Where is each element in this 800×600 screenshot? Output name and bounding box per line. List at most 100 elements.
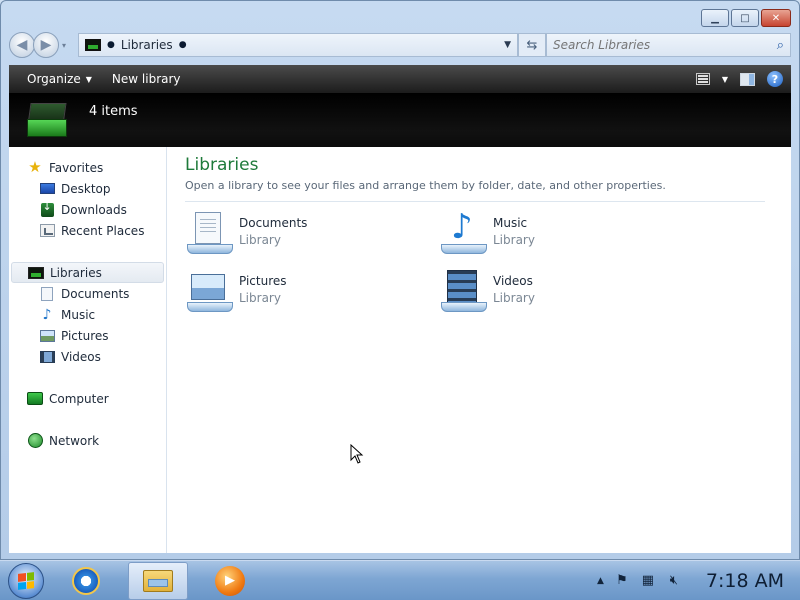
internet-explorer-icon <box>72 566 100 595</box>
taskbar-media-player[interactable]: ▶ <box>200 562 260 600</box>
nav-music-label: Music <box>61 307 96 322</box>
new-library-button[interactable]: New library <box>102 65 191 93</box>
star-icon: ★ <box>28 158 42 176</box>
help-icon[interactable]: ? <box>767 71 783 87</box>
view-options-dropdown-icon[interactable]: ▼ <box>722 75 728 84</box>
pictures-icon <box>39 329 55 342</box>
show-hidden-icons-icon[interactable]: ▲ <box>597 576 604 586</box>
nav-videos[interactable]: Videos <box>9 346 166 367</box>
change-view-icon[interactable] <box>695 73 710 85</box>
library-item-music[interactable]: ♪ Music Library <box>439 210 693 258</box>
nav-recent-places[interactable]: Recent Places <box>9 220 166 241</box>
windows-explorer-icon <box>143 569 173 592</box>
item-count: 4 items <box>89 104 138 119</box>
breadcrumb-libraries[interactable]: Libraries <box>121 38 173 52</box>
nav-downloads-label: Downloads <box>61 202 127 217</box>
minimize-icon: ▁ <box>711 12 719 24</box>
nav-desktop[interactable]: Desktop <box>9 178 166 199</box>
maximize-icon: □ <box>740 12 750 24</box>
media-player-icon: ▶ <box>215 565 245 596</box>
nav-computer-label: Computer <box>49 391 109 406</box>
recent-pages-dropdown[interactable]: ▾ <box>62 41 72 50</box>
divider <box>185 201 765 202</box>
windows-logo-icon <box>18 571 34 590</box>
forward-arrow-icon: ▶ <box>40 37 52 53</box>
address-bar[interactable]: ● Libraries ● ▼ <box>78 33 518 57</box>
pictures-library-icon <box>185 268 233 314</box>
libraries-large-icon <box>27 103 69 137</box>
libraries-icon <box>85 39 101 51</box>
nav-recent-places-label: Recent Places <box>61 223 145 238</box>
nav-libraries-label: Libraries <box>50 265 102 280</box>
caption-buttons: ▁ □ ✕ <box>701 9 791 27</box>
search-box[interactable]: ⌕ <box>546 33 791 57</box>
clock[interactable]: 7:18 AM <box>706 570 784 592</box>
close-button[interactable]: ✕ <box>761 9 791 27</box>
library-grid: Documents Library ♪ Music Library Pictur… <box>185 210 775 316</box>
organize-label: Organize <box>27 72 81 86</box>
library-name: Videos <box>493 274 533 288</box>
library-name: Documents <box>239 216 308 230</box>
libraries-icon <box>28 266 44 279</box>
nav-computer[interactable]: Computer <box>9 388 166 409</box>
nav-network[interactable]: Network <box>9 430 166 451</box>
nav-music[interactable]: ♪ Music <box>9 304 166 325</box>
close-icon: ✕ <box>771 12 781 24</box>
organize-button[interactable]: Organize ▼ <box>17 65 102 93</box>
library-name: Music <box>493 216 528 230</box>
maximize-button[interactable]: □ <box>731 9 759 27</box>
nav-pictures[interactable]: Pictures <box>9 325 166 346</box>
nav-videos-label: Videos <box>61 349 101 364</box>
library-item-videos[interactable]: Videos Library <box>439 268 693 316</box>
nav-documents-label: Documents <box>61 286 130 301</box>
command-bar-right: ▼ ? <box>695 71 783 87</box>
back-button[interactable]: ◀ <box>9 32 35 58</box>
network-icon <box>27 433 43 448</box>
downloads-icon <box>40 201 54 217</box>
new-library-label: New library <box>111 72 181 86</box>
command-bar: Organize ▼ New library ▼ ? <box>9 65 791 93</box>
refresh-icon: ⇆ <box>526 37 538 53</box>
page-title: Libraries <box>185 155 259 175</box>
search-icon[interactable]: ⌕ <box>777 38 784 53</box>
minimize-button[interactable]: ▁ <box>701 9 729 27</box>
taskbar-windows-explorer[interactable] <box>128 561 188 600</box>
back-arrow-icon: ◀ <box>16 37 28 53</box>
search-input[interactable] <box>553 38 777 52</box>
videos-library-icon <box>439 268 487 314</box>
explorer-window: ▁ □ ✕ ◀ ▶ ▾ ● Libraries ● ▼ ⇆ ⌕ Organize… <box>0 0 800 560</box>
nav-buttons: ◀ ▶ ▾ <box>9 32 72 58</box>
nav-desktop-label: Desktop <box>61 181 111 196</box>
nav-downloads[interactable]: Downloads <box>9 199 166 220</box>
taskbar-internet-explorer[interactable] <box>56 562 116 600</box>
nav-favorites-label: Favorites <box>49 160 104 175</box>
network-status-icon[interactable]: ▦ <box>640 573 656 588</box>
desktop-icon <box>39 183 55 194</box>
breadcrumb-separator-icon[interactable]: ● <box>179 40 187 50</box>
volume-muted-icon[interactable]: 🔇︎ <box>666 573 682 588</box>
documents-icon <box>41 286 53 301</box>
system-tray: ▲ ⚑ ▦ 🔇︎ 7:18 AM <box>597 570 784 592</box>
preview-pane-icon[interactable] <box>740 72 755 86</box>
address-dropdown-icon[interactable]: ▼ <box>504 40 511 50</box>
action-center-flag-icon[interactable]: ⚑ <box>614 573 630 588</box>
nav-network-label: Network <box>49 433 100 448</box>
library-item-documents[interactable]: Documents Library <box>185 210 439 258</box>
library-item-pictures[interactable]: Pictures Library <box>185 268 439 316</box>
library-name: Pictures <box>239 274 287 288</box>
library-type: Library <box>239 291 281 305</box>
videos-icon <box>39 350 55 363</box>
breadcrumb-separator-icon[interactable]: ● <box>107 40 115 50</box>
nav-favorites[interactable]: ★ Favorites <box>9 157 166 178</box>
start-button[interactable] <box>8 562 44 599</box>
nav-documents[interactable]: Documents <box>9 283 166 304</box>
nav-libraries[interactable]: Libraries <box>11 262 164 283</box>
documents-library-icon <box>185 210 233 256</box>
chevron-down-icon: ▼ <box>85 74 92 84</box>
address-row: ◀ ▶ ▾ ● Libraries ● ▼ ⇆ ⌕ <box>9 31 791 59</box>
music-icon: ♪ <box>42 306 52 323</box>
refresh-button[interactable]: ⇆ <box>518 33 546 57</box>
forward-button[interactable]: ▶ <box>33 32 59 58</box>
page-subtitle: Open a library to see your files and arr… <box>185 179 666 192</box>
library-type: Library <box>493 291 535 305</box>
